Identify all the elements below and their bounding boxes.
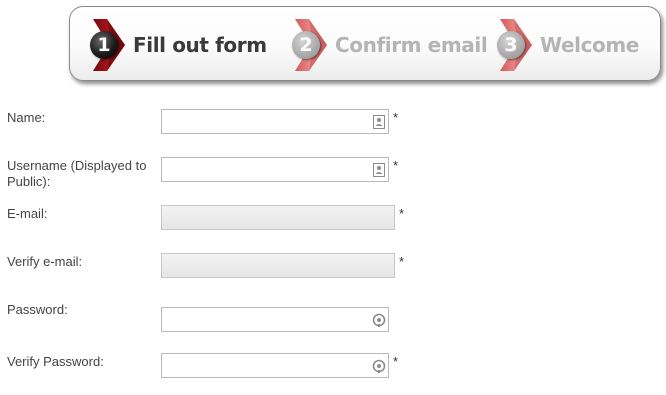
registration-page: 1 Fill out form 2 Confirm email 3 Welcom… [0,0,666,395]
verify-password-label: Verify Password: [7,354,104,369]
name-label: Name: [7,110,46,125]
email-label: E-mail: [7,206,48,221]
step-number-badge: 2 [292,31,320,59]
name-input[interactable] [161,109,389,134]
required-marker: * [393,110,399,125]
step-label: Welcome [540,33,639,57]
username-input[interactable] [161,157,389,182]
password-label: Password: [7,302,68,317]
required-marker: * [399,206,405,221]
password-input[interactable] [161,307,389,332]
username-label: Username (Displayed to Public): [7,158,147,189]
step-progress-banner: 1 Fill out form 2 Confirm email 3 Welcom… [69,6,661,81]
required-marker: * [393,158,399,173]
step-number-badge: 1 [90,31,118,59]
email-input[interactable] [161,205,395,230]
required-marker: * [393,354,399,369]
step-label: Fill out form [133,33,267,57]
step-number-badge: 3 [497,31,525,59]
verify-email-label: Verify e-mail: [7,254,83,269]
step-label: Confirm email [335,33,488,57]
verify-email-input[interactable] [161,253,395,278]
verify-password-input[interactable] [161,353,389,378]
required-marker: * [399,254,405,269]
